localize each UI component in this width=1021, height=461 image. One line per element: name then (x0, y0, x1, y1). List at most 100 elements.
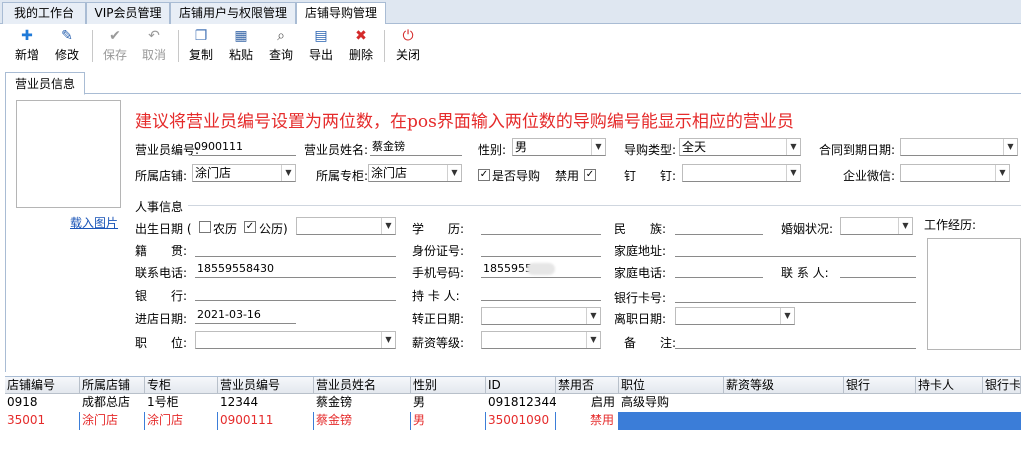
store-select[interactable]: 涂门店 ▼ (192, 164, 296, 182)
table-cell-position (619, 412, 724, 430)
table-cell-position: 高级导购 (621, 395, 670, 409)
staff-no-input[interactable]: 0900111 (192, 139, 296, 156)
query-button[interactable]: ⌕ 查询 (263, 27, 299, 65)
copy-icon: ❐ (194, 28, 208, 44)
cancel-button[interactable]: ↶ 取消 (136, 27, 172, 65)
power-icon: ⏻ (402, 28, 414, 44)
guide-type-select[interactable]: 全天 ▼ (679, 138, 801, 156)
table-cell-disabled: 禁用 (556, 412, 619, 430)
col-header-card-holder[interactable]: 持卡人 (916, 377, 983, 394)
table-cell-store-no: 0918 (7, 395, 38, 409)
native-place-input[interactable] (195, 240, 396, 257)
save-button[interactable]: ✔ 保存 (97, 27, 133, 65)
toolbar-separator (384, 30, 385, 62)
work-experience-textarea[interactable] (927, 238, 1021, 350)
chevron-down-icon: ▼ (786, 165, 800, 181)
home-address-label: 家庭地址: (614, 244, 667, 258)
close-button[interactable]: ⏻ 关闭 (390, 27, 426, 65)
module-tab-strip: 我的工作台 VIP会员管理 店铺用户与权限管理 店铺导购管理 (0, 0, 1021, 25)
dingtalk-select[interactable]: ▼ (682, 164, 801, 182)
toolbar-separator (178, 30, 179, 62)
card-number-input[interactable] (675, 286, 916, 303)
table-cell-gender: 男 (411, 412, 486, 430)
col-header-position[interactable]: 职位 (619, 377, 724, 394)
chevron-down-icon: ▼ (381, 332, 395, 348)
col-header-gender[interactable]: 性别 (411, 377, 486, 394)
home-phone-input[interactable] (675, 261, 763, 278)
regular-date-picker[interactable]: ▼ (481, 307, 601, 325)
col-header-counter[interactable]: 专柜 (145, 377, 218, 394)
tab-vip-members[interactable]: VIP会员管理 (86, 2, 170, 24)
col-header-id[interactable]: ID (486, 377, 556, 394)
table-cell-store: 成都总店 (82, 395, 131, 409)
gender-select[interactable]: 男 ▼ (512, 138, 606, 156)
col-header-staff-no[interactable]: 营业员编号 (218, 377, 314, 394)
home-address-input[interactable] (675, 240, 916, 257)
lunar-checkbox[interactable] (199, 221, 211, 233)
regular-date-label: 转正日期: (412, 312, 465, 326)
table-cell-counter: 涂门店 (145, 412, 218, 430)
remark-input[interactable] (675, 332, 916, 349)
paste-icon: ▦ (234, 28, 248, 44)
wechat-select[interactable]: ▼ (900, 164, 1010, 182)
staff-name-input[interactable]: 蔡金镑 (370, 139, 462, 156)
tab-store-users[interactable]: 店铺用户与权限管理 (170, 2, 296, 24)
remark-label: 备 注: (624, 336, 677, 350)
ethnic-input[interactable] (675, 218, 763, 235)
table-row[interactable]: 0918 成都总店 1号柜 12344 蔡金镑 男 091812344 启用 高级导购 (5, 394, 1021, 412)
is-guide-checkbox[interactable]: ✓ (478, 169, 490, 181)
phone-input[interactable]: 18559558430 (195, 261, 396, 278)
chevron-down-icon: ▼ (1003, 139, 1017, 155)
export-button[interactable]: ▤ 导出 (303, 27, 339, 65)
col-header-staff-name[interactable]: 营业员姓名 (314, 377, 411, 394)
toolbar-separator (92, 30, 93, 62)
table-cell-staff-no: 12344 (220, 395, 259, 409)
inner-tab-strip (5, 69, 1021, 94)
table-cell-staff-no: 0900111 (218, 412, 314, 430)
disabled-checkbox[interactable]: ✓ (584, 169, 596, 181)
paste-button[interactable]: ▦ 粘贴 (223, 27, 259, 65)
load-image-link[interactable]: 载入图片 (70, 214, 118, 231)
blur-mask (527, 263, 555, 275)
id-number-input[interactable] (481, 240, 601, 257)
ethnic-label: 民 族: (614, 222, 667, 236)
tab-staff-info[interactable]: 营业员信息 (5, 72, 85, 95)
gender-label: 性别: (478, 143, 507, 157)
phone-label: 联系电话: (135, 266, 188, 280)
table-cell-id: 35001090 (486, 412, 556, 430)
tab-workbench[interactable]: 我的工作台 (2, 2, 86, 24)
dingtalk-label: 钉 钉: (624, 169, 677, 183)
bank-input[interactable] (195, 284, 396, 301)
chevron-down-icon: ▼ (381, 218, 395, 234)
col-header-store-no[interactable]: 店铺编号 (5, 377, 80, 394)
solar-checkbox[interactable]: ✓ (244, 221, 256, 233)
card-holder-input[interactable] (481, 284, 601, 301)
birth-date-picker[interactable]: ▼ (296, 217, 396, 235)
check-icon: ✔ (109, 28, 121, 44)
col-header-store[interactable]: 所属店铺 (80, 377, 145, 394)
hint-banner: 建议将营业员编号设置为两位数，在pos界面输入两位数的导购编号能显示相应的营业员 (135, 112, 794, 132)
col-header-disabled[interactable]: 禁用否 (556, 377, 619, 394)
tab-shopping-guide[interactable]: 店铺导购管理 (296, 2, 386, 25)
contract-date-picker[interactable]: ▼ (900, 138, 1018, 156)
counter-select[interactable]: 涂门店 ▼ (368, 164, 462, 182)
col-header-bank[interactable]: 银行 (844, 377, 916, 394)
edit-button[interactable]: ✎ 修改 (49, 27, 85, 65)
salary-level-select[interactable]: ▼ (481, 331, 601, 349)
marital-select[interactable]: ▼ (840, 217, 913, 235)
contact-person-input[interactable] (840, 261, 916, 278)
bank-label: 银 行: (135, 289, 188, 303)
join-date-input[interactable]: 2021-03-16 (195, 307, 296, 324)
leave-date-picker[interactable]: ▼ (675, 307, 795, 325)
position-select[interactable]: ▼ (195, 331, 396, 349)
col-header-salary-level[interactable]: 薪资等级 (724, 377, 844, 394)
delete-button[interactable]: ✖ 删除 (343, 27, 379, 65)
copy-button[interactable]: ❐ 复制 (183, 27, 219, 65)
table-row[interactable]: 35001 涂门店 涂门店 0900111 蔡金镑男 35001090 禁用 (5, 412, 1021, 430)
education-input[interactable] (481, 218, 601, 235)
export-icon: ▤ (314, 28, 328, 44)
chevron-down-icon: ▼ (586, 308, 600, 324)
new-button[interactable]: ✚ 新增 (9, 27, 45, 65)
col-header-card-no[interactable]: 银行卡 (983, 377, 1021, 394)
chevron-down-icon: ▼ (780, 308, 794, 324)
